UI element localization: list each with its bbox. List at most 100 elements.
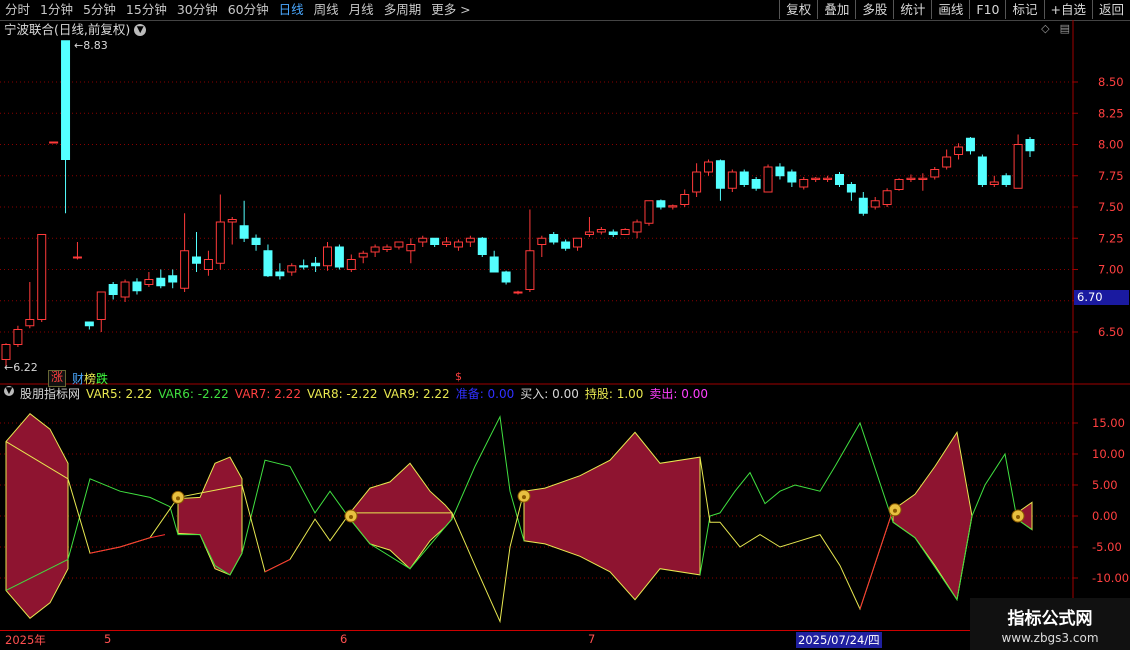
- candle-body: [930, 169, 940, 178]
- legend-item-4: VAR8: -2.22: [306, 387, 378, 401]
- candle-body: [894, 179, 904, 190]
- candle-body: [1025, 139, 1035, 152]
- event-badges: 涨 财榜跌: [48, 370, 108, 387]
- candle-body: [299, 265, 309, 268]
- legend-item-0: 股朋指标网: [20, 387, 81, 401]
- badge-cai: 财: [72, 372, 85, 386]
- candle-body: [132, 281, 142, 292]
- price-tick-label: 7.75: [1098, 169, 1124, 183]
- candle-body: [525, 250, 535, 290]
- candle-body: [13, 329, 23, 345]
- candle-body: [477, 237, 487, 255]
- kline-chart[interactable]: 8.508.258.007.757.507.257.006.756.50←8.8…: [0, 0, 1130, 650]
- var6-line: [699, 421, 1033, 601]
- price-tick-label: 7.00: [1098, 263, 1124, 277]
- badge-zhang[interactable]: 涨: [48, 370, 67, 387]
- price-tick-label: 8.00: [1098, 138, 1124, 152]
- candle-body: [918, 177, 928, 180]
- indicator-fill-band: [5, 413, 69, 619]
- candle-body: [608, 231, 618, 235]
- date-label-3: 7: [588, 632, 596, 646]
- candle-body: [751, 179, 761, 189]
- candle-body: [977, 156, 987, 185]
- candle-body: [620, 229, 630, 235]
- candle-body: [72, 256, 82, 259]
- candle-body: [1001, 175, 1011, 185]
- candle-body: [870, 200, 880, 208]
- indicator-tick-label: 15.00: [1092, 416, 1125, 430]
- legend-item-7: 买入: 0.00: [520, 387, 579, 401]
- price-tick-label: 6.50: [1098, 325, 1124, 339]
- candle-body: [561, 241, 571, 249]
- candle-body: [394, 241, 404, 248]
- indicator-fill-band: [177, 456, 243, 576]
- dollar-marker[interactable]: $: [455, 370, 462, 383]
- candle-body: [227, 219, 237, 223]
- candle-body: [84, 321, 94, 327]
- candle-body: [489, 256, 499, 273]
- candle-body: [406, 244, 416, 252]
- candle-body: [37, 234, 47, 320]
- legend-item-3: VAR7: 2.22: [234, 387, 301, 401]
- date-label-0: 2025年: [5, 633, 46, 647]
- indicator-tick-label: 5.00: [1092, 478, 1118, 492]
- candle-body: [442, 241, 452, 245]
- candle-body: [501, 271, 511, 283]
- candle-body: [61, 40, 71, 160]
- money-bag-icon: [1016, 515, 1020, 519]
- candle-body: [465, 237, 475, 243]
- legend-item-8: 持股: 1.00: [584, 387, 644, 401]
- candle-body: [25, 319, 35, 327]
- candle-body: [942, 156, 952, 168]
- money-bag-icon: [522, 495, 526, 500]
- candle-body: [715, 160, 725, 189]
- var7-line: [859, 509, 894, 610]
- candle-body: [632, 221, 642, 233]
- candle-body: [251, 237, 261, 245]
- candle-body: [453, 241, 463, 248]
- candle-body: [49, 141, 59, 144]
- cursor-date: 2025/07/24/四: [796, 632, 882, 648]
- price-tick-label: 7.25: [1098, 231, 1124, 245]
- candle-body: [584, 231, 594, 235]
- var7-line: [89, 534, 166, 554]
- indicator-fill-band: [349, 462, 453, 570]
- high-price-label: ←8.83: [74, 39, 108, 52]
- candle-body: [418, 237, 428, 243]
- candle-body: [858, 197, 868, 214]
- candle-body: [144, 279, 154, 285]
- candle-body: [358, 252, 368, 258]
- indicator-menu-icon[interactable]: ▼: [4, 386, 14, 396]
- current-price-box: 6.70: [1074, 290, 1129, 305]
- candle-body: [287, 265, 297, 273]
- candle-body: [656, 200, 666, 208]
- var6-line: [5, 415, 525, 591]
- candle-body: [108, 284, 118, 295]
- candle-body: [906, 177, 916, 180]
- price-tick-label: 7.50: [1098, 200, 1124, 214]
- candle-body: [215, 221, 225, 264]
- badge-group[interactable]: 财榜跌: [72, 370, 108, 387]
- candle-body: [203, 259, 213, 270]
- candle-body: [954, 146, 964, 155]
- money-bag-icon: [893, 508, 897, 513]
- legend-item-2: VAR6: -2.22: [158, 387, 229, 401]
- candle-body: [763, 166, 773, 193]
- candle-body: [549, 234, 559, 243]
- candle-body: [644, 200, 654, 224]
- watermark-title: 指标公式网: [1007, 609, 1093, 629]
- money-bag-icon: [176, 496, 180, 501]
- candle-body: [596, 229, 606, 233]
- candle-body: [965, 137, 975, 152]
- candle-body: [846, 184, 856, 193]
- candle-body: [680, 194, 690, 205]
- candle-body: [704, 161, 714, 173]
- candle-body: [668, 205, 678, 208]
- watermark-url: www.zbgs3.com: [1001, 631, 1099, 645]
- candle-body: [275, 271, 285, 277]
- indicator-fill-band: [523, 431, 701, 601]
- indicator-tick-label: 0.00: [1092, 509, 1118, 523]
- indicator-tick-label: 10.00: [1092, 447, 1125, 461]
- candle-body: [834, 174, 844, 185]
- candle-body: [334, 246, 344, 268]
